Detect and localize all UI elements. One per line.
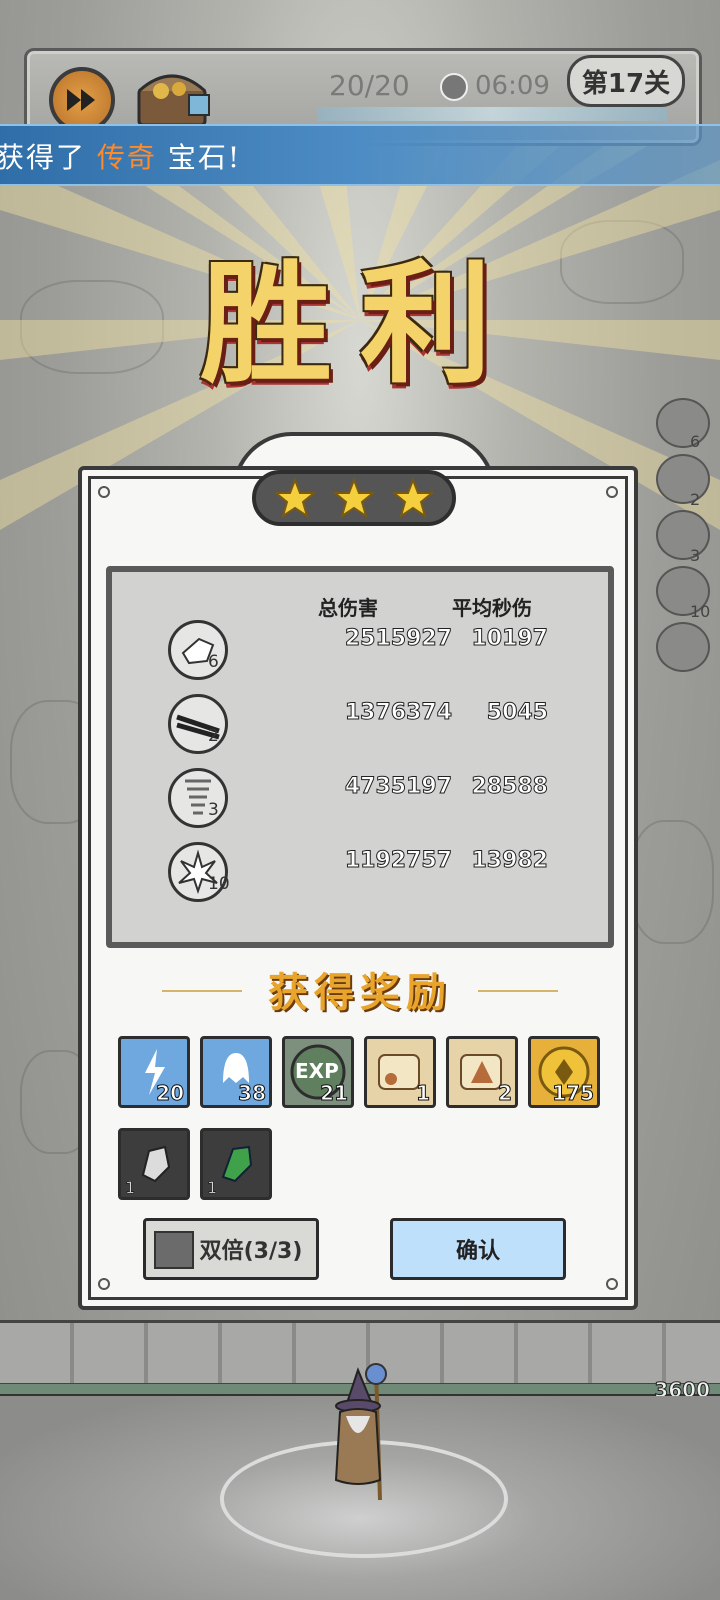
clock-icon [440,73,468,101]
total-damage-value: 1192757 [344,848,452,874]
tornado-icon [168,768,228,828]
total-damage-value: 1376374 [344,700,452,726]
double-reward-button[interactable]: 双倍(3/3) [143,1218,319,1280]
dps-value: 10197 [471,626,549,652]
dps-value: 13982 [471,848,549,874]
hud-decoration [317,107,667,121]
side-skill-slot [656,398,710,448]
star-icon [392,478,433,518]
dps-value: 28588 [471,774,549,800]
item-count: 2 [498,1081,513,1106]
item-count: 20 [156,1081,185,1106]
star-rating [252,470,456,526]
loot-banner: 获得了 传奇 宝石! [0,124,720,186]
treasure-chest-icon[interactable] [131,61,215,131]
skill-level: 10 [208,874,230,894]
side-skill-level: 6 [690,432,701,451]
confirm-button[interactable]: 确认 [390,1218,566,1280]
reward-item[interactable]: 20 [118,1036,190,1108]
reward-item[interactable]: 1 [364,1036,436,1108]
rewards-title: 获得奖励 [268,969,452,1016]
rarity-highlight: 传奇 [96,141,157,174]
total-damage-value: 2515927 [344,626,452,652]
side-skill-level: 10 [690,602,711,621]
side-skill-level: 3 [690,546,701,565]
item-count: 1 [125,1178,136,1198]
reward-item[interactable]: 1 [200,1128,272,1200]
side-skill-slot [656,454,710,504]
stat-row: 2 1376374 5045 [112,690,608,760]
star-icon [275,478,316,518]
damage-stats-panel: 总伤害 平均秒伤 6 2515927 10197 2 1376374 5045 … [106,566,614,948]
fast-forward-icon [67,89,95,111]
reward-item[interactable]: 2 [446,1036,518,1108]
dark-slash-icon [168,694,228,754]
stat-row: 3 4735197 28588 [112,764,608,834]
item-count: 21 [320,1081,349,1106]
reward-item[interactable]: 1 [118,1128,190,1200]
video-ad-icon [154,1231,194,1269]
side-skill-level: 2 [690,490,701,509]
side-skill-slot-empty [656,622,710,672]
skill-level: 6 [208,652,219,672]
item-count: 38 [238,1081,267,1106]
exp-label: EXP [295,1059,339,1083]
wizard-character-icon [334,1363,387,1501]
wave-counter: 20/20 [329,69,410,102]
double-reward-label: 双倍(3/3) [199,1239,303,1264]
loot-banner-text: 获得了 传奇 宝石! [0,141,242,174]
reward-item[interactable]: EXP 21 [282,1036,354,1108]
battle-timer: 06:09 [475,71,550,101]
item-count: 1 [207,1178,218,1198]
stat-row: 10 1192757 13982 [112,838,608,908]
stage-badge: 第17关 [567,55,685,107]
dps-value: 5045 [486,700,548,726]
stat-row: 6 2515927 10197 [112,616,608,686]
victory-title: 胜利 [200,247,520,402]
total-damage-value: 4735197 [344,774,452,800]
side-skill-slot [656,510,710,560]
item-count: 175 [552,1081,595,1106]
reward-item[interactable]: 38 [200,1036,272,1108]
skill-level: 3 [208,800,219,820]
skill-level: 2 [208,726,219,746]
crystal-shard-icon [168,620,228,680]
item-count: 1 [416,1081,431,1106]
star-icon [333,478,374,518]
reward-item[interactable]: 175 [528,1036,600,1108]
